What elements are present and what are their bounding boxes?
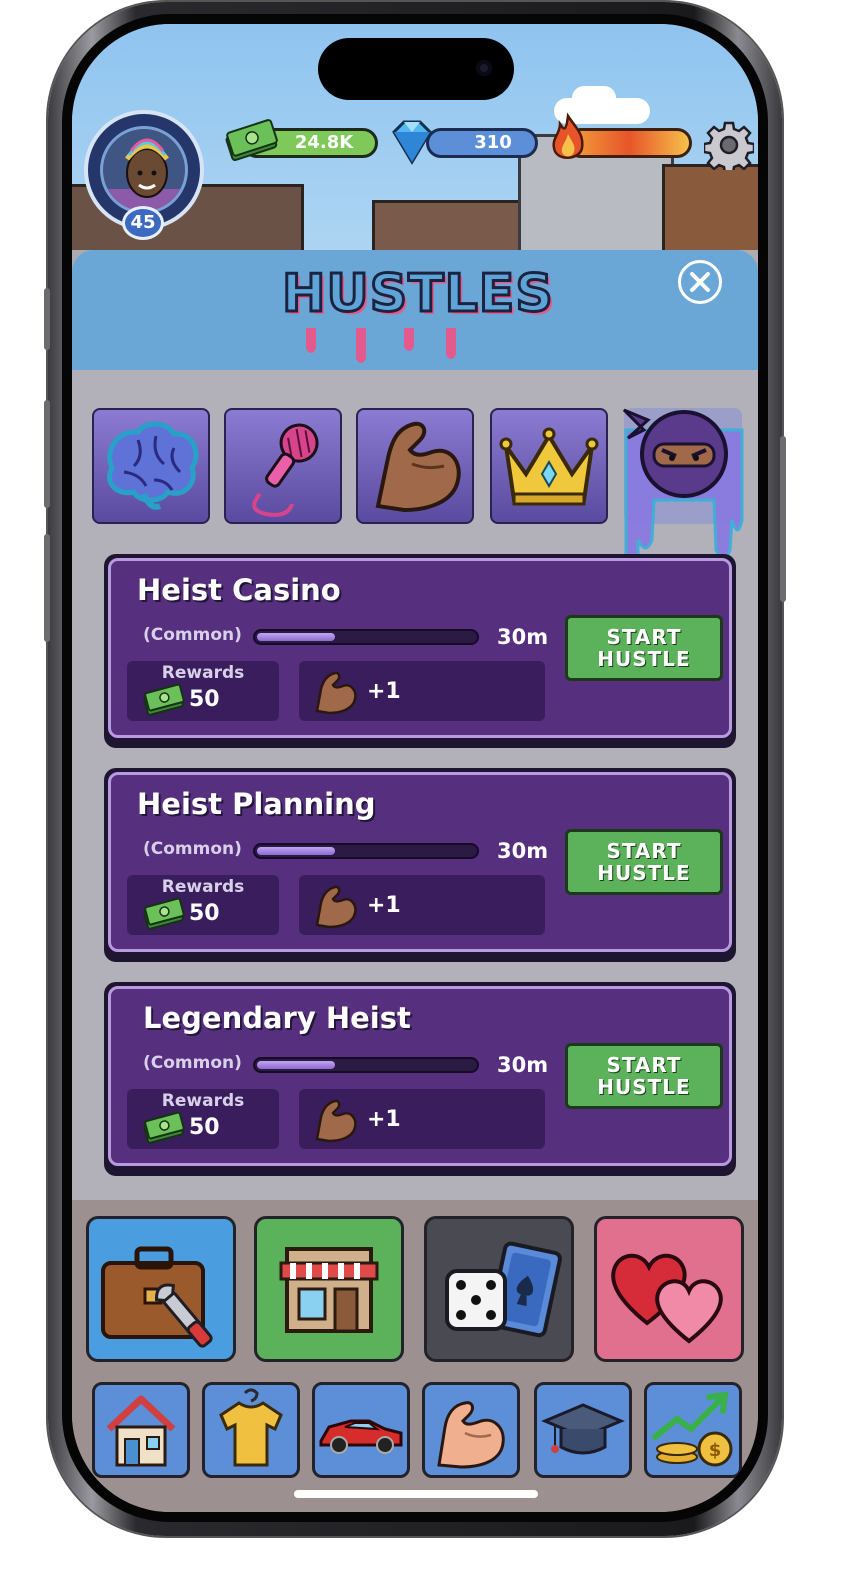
hustle-progress-bar	[253, 843, 479, 859]
graduation-cap-icon	[541, 1403, 625, 1455]
hustle-title: Heist Planning	[137, 787, 376, 821]
microphone-icon	[252, 423, 319, 517]
hustle-card-body: Legendary Heist (Common) 30m START HUSTL…	[108, 986, 732, 1166]
fire-icon	[552, 112, 584, 159]
hustle-card: Heist Planning (Common) 30m START HUSTLE…	[104, 768, 736, 962]
gear-icon[interactable]	[704, 120, 754, 170]
tab-strength[interactable]	[356, 408, 474, 524]
rewards-label: Rewards	[161, 877, 245, 897]
flexed-bicep-icon	[315, 885, 357, 929]
start-hustle-button[interactable]: START HUSTLE	[565, 615, 723, 681]
investment-growth-icon: $	[652, 1391, 733, 1467]
tab-brain[interactable]	[92, 408, 210, 524]
rewards-box: Rewards 50	[127, 1089, 279, 1149]
flexed-bicep-icon	[315, 671, 357, 715]
start-hustle-button[interactable]: START HUSTLE	[565, 1043, 723, 1109]
cash-stack-icon	[225, 119, 278, 161]
gem-counter[interactable]: 310	[426, 128, 538, 158]
stat-gain-value: +1	[367, 893, 401, 918]
hustle-rarity: (Common)	[143, 1053, 242, 1073]
flexed-bicep-icon	[437, 1401, 505, 1469]
avatar-portrait	[100, 126, 188, 214]
power-button	[780, 436, 786, 602]
hustle-rarity: (Common)	[143, 839, 242, 859]
cloud	[572, 86, 616, 110]
diamond-icon	[392, 120, 432, 165]
start-hustle-button[interactable]: START HUSTLE	[565, 829, 723, 895]
paint-drip-decoration	[306, 328, 456, 363]
close-button[interactable]	[678, 260, 722, 304]
hustle-card: Heist Casino (Common) 30m START HUSTLE R…	[104, 554, 736, 748]
stat-gain-box: +1	[299, 1089, 545, 1149]
close-icon	[690, 272, 710, 292]
hustle-card-body: Heist Planning (Common) 30m START HUSTLE…	[108, 772, 732, 952]
dock-dating-button[interactable]	[594, 1216, 744, 1362]
hustle-title: Heist Casino	[137, 573, 341, 607]
svg-text:$: $	[709, 1440, 722, 1461]
hustle-duration: 30m	[497, 839, 549, 863]
dock-gym-button[interactable]	[422, 1382, 520, 1478]
character-face-icon	[103, 138, 185, 211]
dock-investments-button[interactable]: $	[644, 1382, 742, 1478]
rewards-label: Rewards	[161, 1091, 245, 1111]
volume-down-button	[44, 534, 50, 642]
hustle-duration: 30m	[497, 1053, 549, 1077]
reward-cash-amount: 50	[189, 1115, 220, 1140]
hearts-icon	[611, 1253, 723, 1344]
house-icon	[106, 1395, 176, 1467]
hustle-progress-fill	[257, 633, 335, 641]
dock-cars-button[interactable]	[312, 1382, 410, 1478]
stat-gain-value: +1	[367, 679, 401, 704]
stat-gain-value: +1	[367, 1107, 401, 1132]
cash-stack-icon	[143, 897, 185, 930]
reward-cash-amount: 50	[189, 901, 220, 926]
briefcase-wrench-icon	[101, 1246, 213, 1348]
stat-gain-box: +1	[299, 661, 545, 721]
sports-car-icon	[319, 1419, 403, 1454]
cash-stack-icon	[143, 683, 185, 716]
stat-gain-box: +1	[299, 875, 545, 935]
hustle-progress-bar	[253, 1057, 479, 1073]
dock-education-button[interactable]	[534, 1382, 632, 1478]
hustle-card-body: Heist Casino (Common) 30m START HUSTLE R…	[108, 558, 732, 738]
crown-icon	[499, 427, 599, 506]
camera	[476, 60, 492, 76]
brain-icon	[107, 421, 199, 510]
rewards-label: Rewards	[161, 663, 245, 683]
rewards-box: Rewards 50	[127, 661, 279, 721]
tshirt-icon	[219, 1388, 283, 1467]
hustle-title: Legendary Heist	[143, 1001, 411, 1035]
volume-up-button	[44, 400, 50, 508]
tab-microphone[interactable]	[224, 408, 342, 524]
reward-cash-amount: 50	[189, 687, 220, 712]
dock-shop-button[interactable]	[254, 1216, 404, 1362]
game-screen: 45 24.8K 310 HUSTLES Heist Casino (Commo…	[72, 24, 758, 1512]
cash-stack-icon	[143, 1111, 185, 1144]
hustle-progress-fill	[257, 1061, 335, 1069]
hustle-progress-fill	[257, 847, 335, 855]
tab-crown[interactable]	[490, 408, 608, 524]
dock-casino-button[interactable]	[424, 1216, 574, 1362]
hustle-progress-bar	[253, 629, 479, 645]
dock-home-button[interactable]	[92, 1382, 190, 1478]
flexed-bicep-icon	[315, 1099, 357, 1143]
rewards-box: Rewards 50	[127, 875, 279, 935]
storefront-icon	[279, 1247, 379, 1333]
dock-clothing-button[interactable]	[202, 1382, 300, 1478]
dice-cards-icon	[445, 1241, 562, 1338]
home-indicator[interactable]	[294, 1490, 538, 1498]
hustle-card: Legendary Heist (Common) 30m START HUSTL…	[104, 982, 736, 1176]
flexed-bicep-icon	[375, 421, 461, 513]
phone-action-button	[44, 288, 50, 350]
dock-jobs-button[interactable]	[86, 1216, 236, 1362]
hustle-rarity: (Common)	[143, 625, 242, 645]
level-badge: 45	[122, 206, 164, 240]
hustle-duration: 30m	[497, 625, 549, 649]
